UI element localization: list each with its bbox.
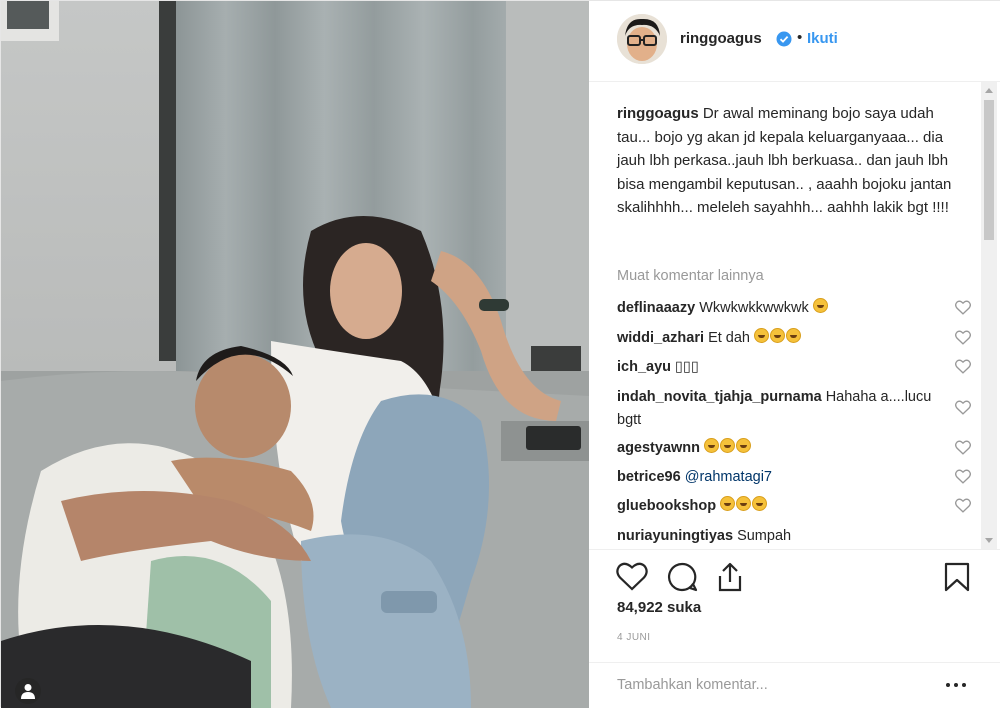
comment-like-heart-icon[interactable] bbox=[955, 300, 971, 315]
comment-item: deflinaaazy Wkwkwkkwwkwk bbox=[617, 297, 987, 320]
separator-dot: • bbox=[797, 29, 803, 46]
comment-text: ▯▯▯ bbox=[675, 359, 699, 375]
add-comment-input[interactable] bbox=[617, 677, 917, 693]
post-side-panel: ringgoagus • Ikuti ringgoagus Dr awal me… bbox=[589, 1, 1000, 708]
comment-mention-link[interactable]: @rahmatagi7 bbox=[685, 469, 772, 485]
heart-icon[interactable] bbox=[616, 562, 648, 591]
comment-username[interactable]: ich_ayu bbox=[617, 359, 671, 375]
comment-item: nuriayuningtiyas Sumpah bbox=[617, 525, 987, 548]
caption-username[interactable]: ringgoagus bbox=[617, 105, 699, 122]
post-header: ringgoagus • Ikuti bbox=[589, 1, 1000, 82]
scroll-up-arrow-icon[interactable] bbox=[985, 88, 993, 93]
avatar[interactable] bbox=[617, 14, 667, 64]
comment-item: gluebookshop bbox=[617, 495, 987, 518]
comment-item: widdi_azhari Et dah bbox=[617, 327, 987, 350]
laughing-emoji-icon bbox=[704, 438, 720, 453]
follow-button[interactable]: Ikuti bbox=[807, 30, 838, 47]
comment-like-heart-icon[interactable] bbox=[955, 330, 971, 345]
comment-text: Wkwkwkkwwkwk bbox=[699, 300, 809, 316]
comment-username[interactable]: deflinaaazy bbox=[617, 300, 695, 316]
scroll-down-arrow-icon[interactable] bbox=[985, 538, 993, 543]
comment-item: betrice96 @rahmatagi7 bbox=[617, 466, 987, 489]
scrollbar-thumb[interactable] bbox=[984, 100, 994, 240]
comment-item: ich_ayu ▯▯▯ bbox=[617, 356, 987, 379]
comment-text: Sumpah bbox=[737, 528, 792, 544]
comment-like-heart-icon[interactable] bbox=[955, 400, 971, 415]
comment-icon[interactable] bbox=[666, 562, 698, 592]
laughing-emoji-icon bbox=[736, 438, 752, 453]
instagram-post: ringgoagus • Ikuti ringgoagus Dr awal me… bbox=[0, 0, 1000, 708]
comment-username[interactable]: nuriayuningtiyas bbox=[617, 528, 733, 544]
comment-like-heart-icon[interactable] bbox=[955, 498, 971, 513]
comment-username[interactable]: widdi_azhari bbox=[617, 330, 704, 346]
share-icon[interactable] bbox=[716, 562, 744, 592]
laughing-emoji-icon bbox=[752, 496, 768, 511]
comment-text: Et dah bbox=[708, 330, 750, 346]
comment-like-heart-icon[interactable] bbox=[955, 359, 971, 374]
load-more-comments-button[interactable]: Muat komentar lainnya bbox=[617, 268, 764, 284]
laughing-emoji-icon bbox=[754, 328, 770, 343]
header-username[interactable]: ringgoagus bbox=[680, 30, 762, 47]
photo-image bbox=[1, 1, 589, 708]
comment-like-heart-icon[interactable] bbox=[955, 469, 971, 484]
laughing-emoji-icon bbox=[720, 438, 736, 453]
laughing-emoji-icon bbox=[720, 496, 736, 511]
laughing-emoji-icon bbox=[812, 298, 828, 313]
comment-like-heart-icon[interactable] bbox=[955, 440, 971, 455]
comment-username[interactable]: gluebookshop bbox=[617, 498, 716, 514]
comment-item: agestyawnn bbox=[617, 437, 987, 460]
comment-username[interactable]: indah_novita_tjahja_purnama bbox=[617, 389, 822, 405]
tagged-users-icon[interactable] bbox=[15, 678, 41, 704]
comments-list[interactable]: ringgoagus Dr awal meminang bojo saya ud… bbox=[589, 82, 1000, 549]
verified-badge-icon bbox=[776, 31, 792, 47]
more-options-icon[interactable] bbox=[944, 681, 968, 689]
comment-username[interactable]: betrice96 bbox=[617, 469, 681, 485]
likes-count[interactable]: 84,922 suka bbox=[617, 599, 701, 616]
laughing-emoji-icon bbox=[736, 496, 752, 511]
comment-username[interactable]: agestyawnn bbox=[617, 440, 700, 456]
laughing-emoji-icon bbox=[786, 328, 802, 343]
add-comment-bar bbox=[589, 662, 1000, 709]
post-photo[interactable] bbox=[1, 1, 589, 708]
comment-item: indah_novita_tjahja_purnama Hahaha a....… bbox=[617, 386, 971, 432]
comments-scrollbar[interactable] bbox=[981, 82, 997, 549]
post-date[interactable]: 4 JUNI bbox=[617, 632, 651, 643]
post-caption: ringgoagus Dr awal meminang bojo saya ud… bbox=[617, 102, 962, 220]
bookmark-icon[interactable] bbox=[944, 562, 970, 592]
post-actions-bar bbox=[589, 549, 1000, 602]
laughing-emoji-icon bbox=[770, 328, 786, 343]
